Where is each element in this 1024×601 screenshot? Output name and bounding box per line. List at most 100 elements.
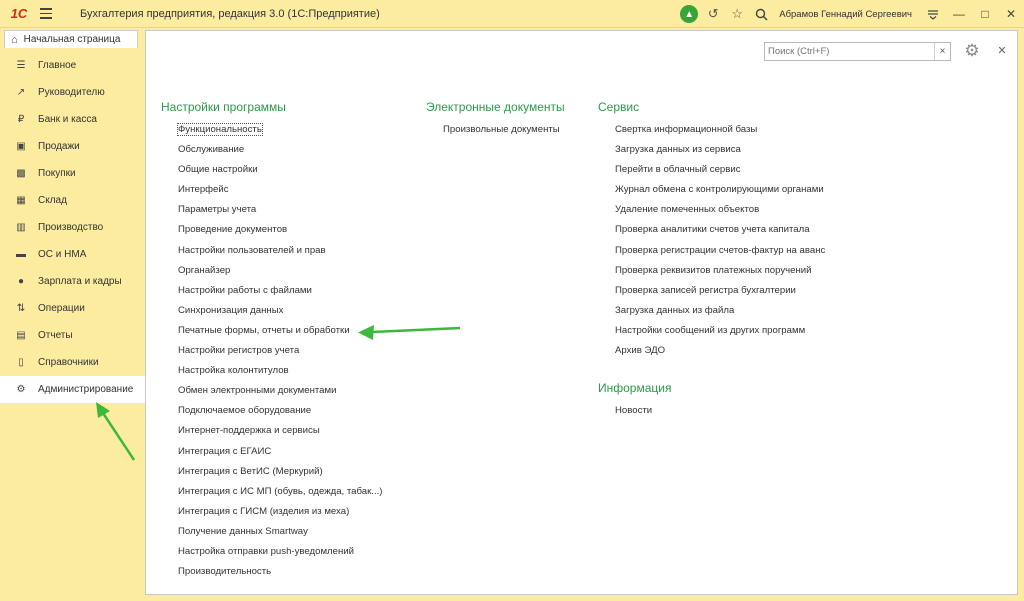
link-service-5[interactable]: Проверка аналитики счетов учета капитала [598,220,825,240]
link-edocs-0[interactable]: Произвольные документы [426,120,565,140]
link-service-4[interactable]: Удаление помеченных объектов [598,200,825,220]
sidebar-item-0[interactable]: ☰ Главное [0,52,145,79]
link-label: Подключаемое оборудование [178,405,312,417]
sidebar-item-5[interactable]: ▦ Склад [0,187,145,214]
sidebar-item-label: Операции [38,303,85,314]
link-settings-3[interactable]: Интерфейс [161,180,383,200]
administration-panel: × ⚙ ✕ Настройки программы Функциональнос… [145,30,1018,595]
home-page-tab[interactable]: ⌂ Начальная страница [4,30,138,48]
main-menu-icon[interactable] [40,0,58,28]
link-settings-10[interactable]: Печатные формы, отчеты и обработки [161,321,383,341]
favorites-star-icon[interactable]: ☆ [725,0,749,28]
link-label: Настройка отправки push-уведомлений [178,545,354,557]
link-settings-16[interactable]: Интеграция с ЕГАИС [161,442,383,462]
link-label: Архив ЭДО [615,345,666,357]
link-label: Обмен электронными документами [178,385,337,397]
sidebar-item-9[interactable]: ⇅ Операции [0,295,145,322]
link-label: Настройки пользователей и прав [178,244,326,256]
link-service-0[interactable]: Свертка информационной базы [598,120,825,140]
link-settings-8[interactable]: Настройки работы с файлами [161,281,383,301]
sidebar-item-6[interactable]: ▥ Производство [0,214,145,241]
link-settings-17[interactable]: Интеграция с ВетИС (Меркурий) [161,462,383,482]
link-label: Проверка регистрации счетов-фактур на ав… [615,244,826,256]
sidebar-item-8[interactable]: ● Зарплата и кадры [0,268,145,295]
dt-kt-icon: ⇅ [16,303,26,314]
sidebar-item-label: ОС и НМА [38,249,87,260]
search-input[interactable] [765,43,934,60]
sidebar-item-10[interactable]: ▤ Отчеты [0,322,145,349]
link-service-11[interactable]: Архив ЭДО [598,341,825,361]
search-icon[interactable] [749,0,773,28]
info-section: Информация Новости [598,378,671,421]
link-label: Получение данных Smartway [178,525,308,537]
clear-search-icon[interactable]: × [934,43,950,60]
sidebar-item-3[interactable]: ▣ Продажи [0,133,145,160]
maximize-icon[interactable]: □ [972,0,998,28]
sidebar-item-label: Производство [38,222,104,233]
link-settings-2[interactable]: Общие настройки [161,160,383,180]
link-label: Проведение документов [178,224,288,236]
link-settings-13[interactable]: Обмен электронными документами [161,381,383,401]
link-settings-12[interactable]: Настройка колонтитулов [161,361,383,381]
search-box: × [764,42,951,61]
sidebar-item-4[interactable]: ▩ Покупки [0,160,145,187]
factory-icon: ▥ [16,222,26,233]
sidebar-item-12[interactable]: ⚙ Администрирование [0,376,145,403]
link-settings-5[interactable]: Проведение документов [161,220,383,240]
link-settings-14[interactable]: Подключаемое оборудование [161,401,383,421]
link-label: Настройки регистров учета [178,345,300,357]
link-service-9[interactable]: Загрузка данных из файла [598,301,825,321]
link-label: Общие настройки [178,164,258,176]
link-settings-18[interactable]: Интеграция с ИС МП (обувь, одежда, табак… [161,482,383,502]
section-title-service: Сервис [598,100,640,114]
link-service-3[interactable]: Журнал обмена с контролирующими органами [598,180,825,200]
link-settings-1[interactable]: Обслуживание [161,140,383,160]
link-settings-21[interactable]: Настройка отправки push-уведомлений [161,542,383,562]
home-icon: ⌂ [11,33,18,46]
link-settings-6[interactable]: Настройки пользователей и прав [161,241,383,261]
link-service-1[interactable]: Загрузка данных из сервиса [598,140,825,160]
sidebar-item-2[interactable]: ₽ Банк и касса [0,106,145,133]
link-label: Производительность [178,566,272,578]
link-settings-20[interactable]: Получение данных Smartway [161,522,383,542]
link-label: Настройки работы с файлами [178,284,312,296]
current-user[interactable]: Абрамов Геннадий Сергеевич [779,9,912,20]
notifications-button[interactable]: ▲ [677,0,701,28]
sidebar-item-label: Покупки [38,168,76,179]
settings-gear-icon[interactable]: ⚙ [960,41,984,61]
settings-section: Настройки программы Функциональность Обсл… [161,97,383,582]
link-settings-15[interactable]: Интернет-поддержка и сервисы [161,421,383,441]
link-settings-11[interactable]: Настройки регистров учета [161,341,383,361]
link-service-6[interactable]: Проверка регистрации счетов-фактур на ав… [598,241,825,261]
window-menu-icon[interactable] [920,0,946,28]
link-label: Интеграция с ГИСМ (изделия из меха) [178,505,350,517]
sidebar-item-7[interactable]: ▬ ОС и НМА [0,241,145,268]
link-label: Перейти в облачный сервис [615,164,741,176]
link-label: Удаление помеченных объектов [615,204,760,216]
minimize-icon[interactable]: — [946,0,972,28]
link-settings-0[interactable]: Функциональность [161,120,383,140]
link-settings-19[interactable]: Интеграция с ГИСМ (изделия из меха) [161,502,383,522]
link-service-8[interactable]: Проверка записей регистра бухгалтерии [598,281,825,301]
link-label: Интеграция с ВетИС (Меркурий) [178,465,323,477]
sidebar-item-label: Отчеты [38,330,73,341]
title-bar: 1С Бухгалтерия предприятия, редакция 3.0… [0,0,1024,28]
history-icon[interactable]: ↺ [701,0,725,28]
close-icon[interactable]: ✕ [995,43,1009,57]
book-icon: ▯ [18,357,24,368]
menu-lines-icon: ☰ [16,60,26,71]
link-service-10[interactable]: Настройки сообщений из других программ [598,321,825,341]
sidebar-item-label: Зарплата и кадры [38,276,122,287]
link-settings-22[interactable]: Производительность [161,562,383,582]
link-label: Печатные формы, отчеты и обработки [178,324,350,336]
sidebar-item-11[interactable]: ▯ Справочники [0,349,145,376]
link-settings-4[interactable]: Параметры учета [161,200,383,220]
link-info-0[interactable]: Новости [598,401,671,421]
sidebar-item-1[interactable]: ↗ Руководителю [0,79,145,106]
link-settings-9[interactable]: Синхронизация данных [161,301,383,321]
link-settings-7[interactable]: Органайзер [161,261,383,281]
link-service-7[interactable]: Проверка реквизитов платежных поручений [598,261,825,281]
link-service-2[interactable]: Перейти в облачный сервис [598,160,825,180]
link-label: Загрузка данных из файла [615,304,735,316]
close-window-icon[interactable]: ✕ [998,0,1024,28]
